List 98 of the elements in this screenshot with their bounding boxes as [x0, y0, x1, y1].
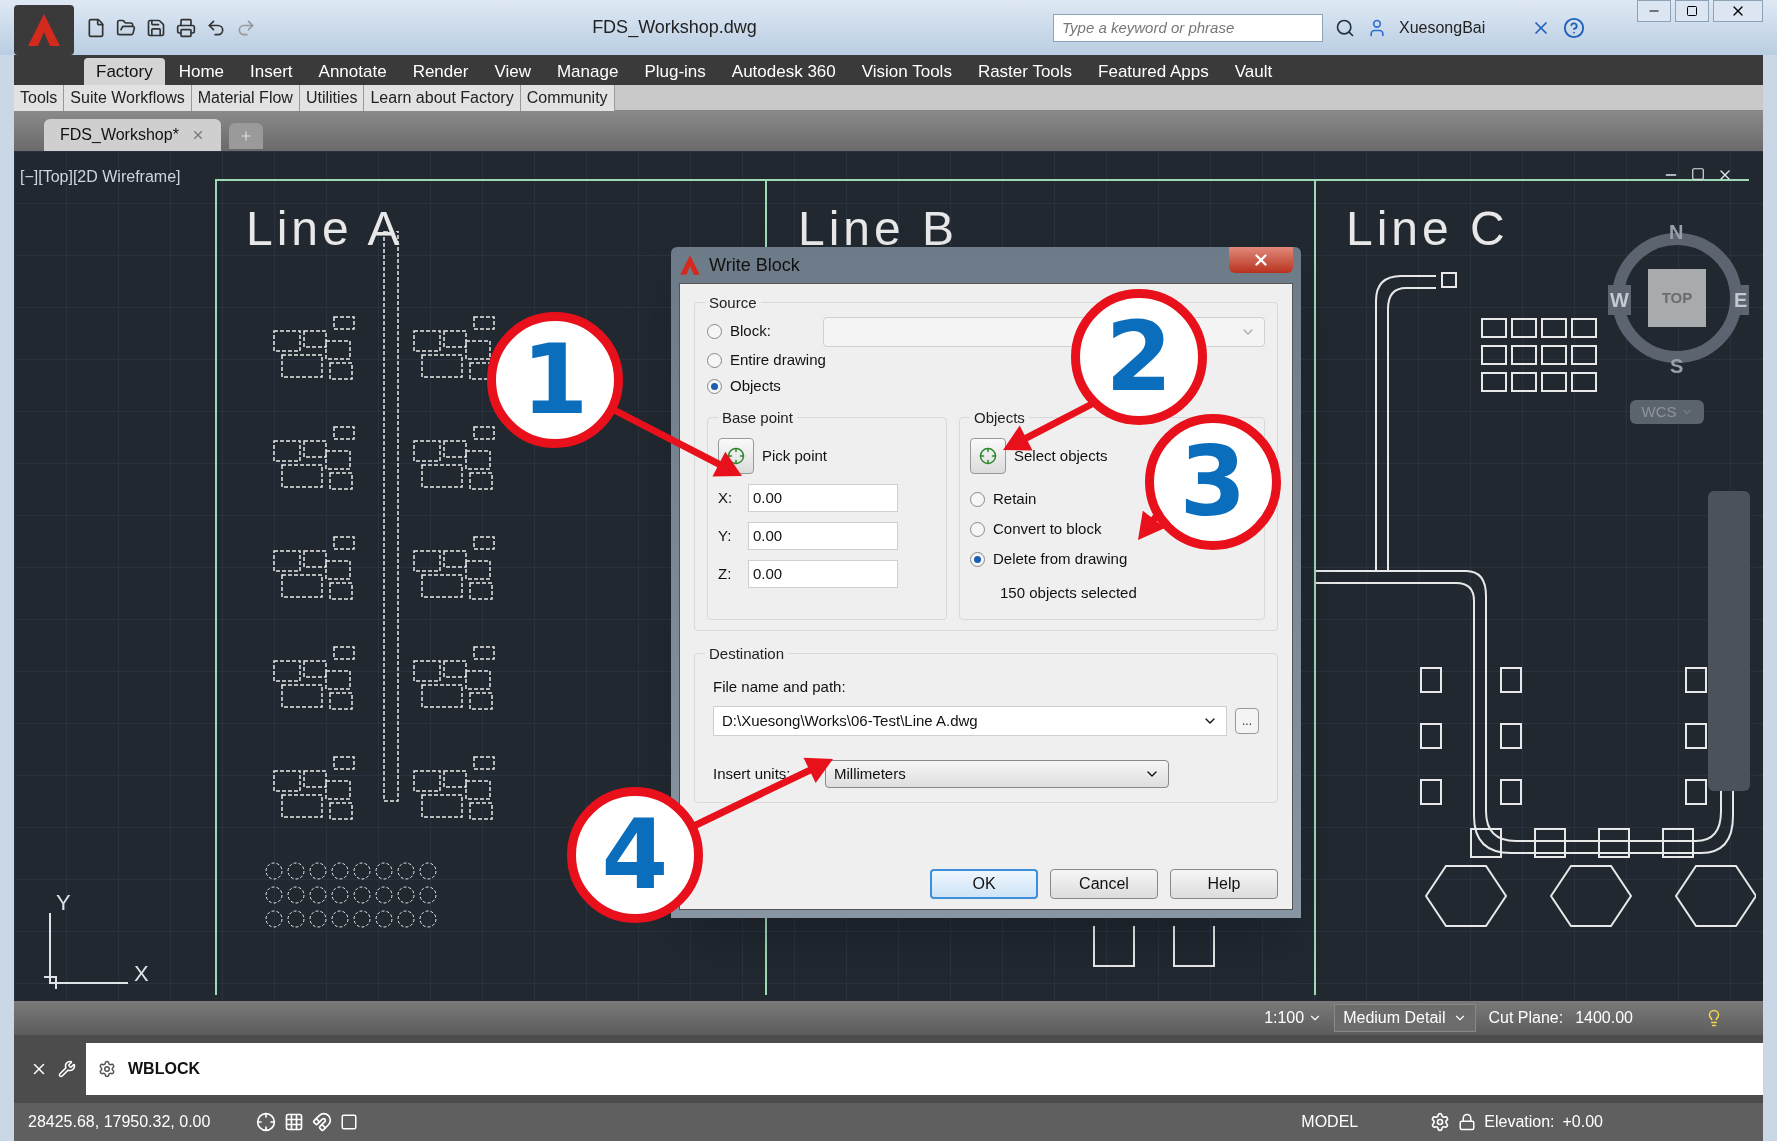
dialog-button[interactable]: OK [930, 869, 1038, 899]
application-menu-button[interactable] [14, 4, 74, 55]
compass-east[interactable]: E [1732, 285, 1750, 315]
radio-option[interactable]: Delete from drawing [970, 546, 1128, 572]
viewport-label[interactable]: [−][Top][2D Wireframe] [20, 165, 181, 189]
radio-option[interactable]: Convert to block [970, 516, 1102, 542]
axis-label: X [134, 960, 149, 988]
scale-dropdown[interactable]: 1:100 [1264, 1006, 1323, 1030]
radio-indicator[interactable] [707, 323, 722, 339]
open-folder-icon[interactable] [116, 17, 136, 38]
units-dropdown[interactable]: Millimeters [825, 760, 1169, 788]
plus-icon [238, 129, 253, 143]
crosshair-icon [979, 447, 997, 465]
search-icon[interactable] [1335, 17, 1355, 38]
help-icon[interactable] [1563, 16, 1585, 39]
minimize-button[interactable] [1637, 0, 1671, 22]
file-path-field[interactable]: D:\Xuesong\Works\06-Test\Line A.dwg [713, 706, 1227, 736]
path-label: File name and path: [713, 676, 847, 697]
window-title: FDS_Workshop.dwg [592, 16, 757, 40]
dialog-title: Write Block [709, 253, 801, 277]
lock-icon[interactable] [1458, 1113, 1477, 1131]
coordinate-field[interactable]: 0.00 [748, 522, 898, 550]
select-objects-label[interactable]: Select objects [1014, 444, 1108, 468]
browse-button[interactable]: ... [1235, 708, 1259, 734]
dialog-button[interactable]: Help [1170, 869, 1278, 899]
viewport-restore-icon[interactable] [1691, 167, 1705, 181]
new-file-icon[interactable] [86, 17, 106, 38]
user-name[interactable]: XuesongBai [1399, 15, 1519, 40]
zone-title: Line C [1346, 201, 1509, 257]
wrench-icon[interactable] [58, 1060, 76, 1078]
ribbon-tab[interactable]: Manage [544, 58, 631, 85]
units-label: Insert units: [713, 763, 792, 784]
ribbon-tab[interactable]: Render [400, 58, 481, 85]
radio-option[interactable]: Retain [970, 486, 1037, 512]
close-icon [1252, 251, 1270, 269]
maximize-icon [1686, 5, 1698, 17]
ribbon-tab[interactable]: Plug-ins [632, 58, 718, 85]
zone-title: Line B [798, 201, 959, 257]
radio-option[interactable]: Objects [707, 373, 781, 399]
axis-label: Y [56, 889, 71, 917]
annotation-arrow [1138, 510, 1165, 540]
save-icon[interactable] [146, 17, 166, 38]
search-field[interactable]: Type a keyword or phrase [1053, 13, 1323, 42]
ribbon-tab[interactable]: Annotate [306, 58, 399, 85]
zone-title: Line A [246, 201, 404, 257]
radio-indicator[interactable] [970, 491, 985, 507]
user-icon[interactable] [1367, 17, 1387, 38]
sub-tab[interactable]: Community [520, 84, 615, 111]
coordinates-readout: 28425.68, 17950.32, 0.00 [28, 1112, 212, 1132]
radio-indicator[interactable] [707, 352, 722, 368]
coordinate-field[interactable]: 0.00 [748, 484, 898, 512]
sub-tab[interactable]: Tools [14, 84, 65, 111]
ribbon-tab[interactable]: Vault [1222, 58, 1285, 85]
coordinate-field[interactable]: 0.00 [748, 560, 898, 588]
cut-plane-label: Cut Plane: [1488, 1008, 1564, 1028]
coordinate-label: Y: [718, 525, 733, 546]
pick-point-label[interactable]: Pick point [762, 444, 828, 468]
model-space-button[interactable]: MODEL [1297, 1110, 1363, 1134]
file-path-value: D:\Xuesong\Works\06-Test\Line A.dwg [722, 710, 979, 731]
sub-tab[interactable]: Learn about Factory [364, 84, 521, 111]
ribbon-tab[interactable]: Vision Tools [849, 58, 964, 85]
crosshair-icon [727, 447, 745, 465]
document-tab[interactable]: FDS_Workshop* [44, 119, 221, 151]
radio-indicator[interactable] [707, 378, 722, 394]
compass-west[interactable]: W [1608, 285, 1631, 315]
dialog-button[interactable]: Cancel [1050, 869, 1158, 899]
coordinate-label: X: [718, 487, 734, 508]
maximize-button[interactable] [1675, 0, 1709, 22]
ribbon-tab[interactable]: Insert [238, 58, 305, 85]
radio-option[interactable]: Block: [707, 318, 771, 345]
undo-icon[interactable] [206, 17, 226, 38]
select-objects-button[interactable] [970, 438, 1006, 474]
grid-icon[interactable] [284, 1112, 304, 1132]
print-icon[interactable] [176, 17, 196, 38]
gear-icon[interactable] [1430, 1112, 1451, 1132]
sub-tab[interactable]: Suite Workflows [64, 84, 192, 111]
magnet-icon[interactable] [312, 1112, 332, 1132]
ribbon-tab[interactable]: Autodesk 360 [719, 58, 848, 85]
coordinate-label: Z: [718, 563, 733, 584]
sub-tab[interactable]: Material Flow [191, 84, 300, 111]
ribbon-tab[interactable]: Featured Apps [1086, 58, 1221, 85]
ribbon-tab[interactable]: View [482, 58, 543, 85]
detail-level-dropdown[interactable]: Medium Detail [1334, 1004, 1477, 1032]
radio-indicator[interactable] [970, 521, 985, 537]
elevation-value[interactable]: +0.00 [1562, 1110, 1603, 1134]
ribbon-tab[interactable]: Home [166, 58, 237, 85]
selection-summary: 150 objects selected [1000, 583, 1138, 603]
ribbon-tab[interactable]: Raster Tools [965, 58, 1085, 85]
compass-south[interactable]: S [1670, 351, 1684, 381]
ribbon-tab[interactable]: Factory [84, 58, 165, 85]
dialog-close-button[interactable] [1229, 247, 1293, 273]
compass-north[interactable]: N [1669, 217, 1684, 247]
cut-plane-value[interactable]: 1400.00 [1575, 1006, 1633, 1030]
radio-option[interactable]: Entire drawing [707, 347, 826, 373]
command-input[interactable]: WBLOCK [86, 1043, 1763, 1095]
elevation-label: Elevation: [1484, 1112, 1555, 1132]
logo-icon [679, 254, 701, 276]
radio-indicator[interactable] [970, 551, 985, 567]
